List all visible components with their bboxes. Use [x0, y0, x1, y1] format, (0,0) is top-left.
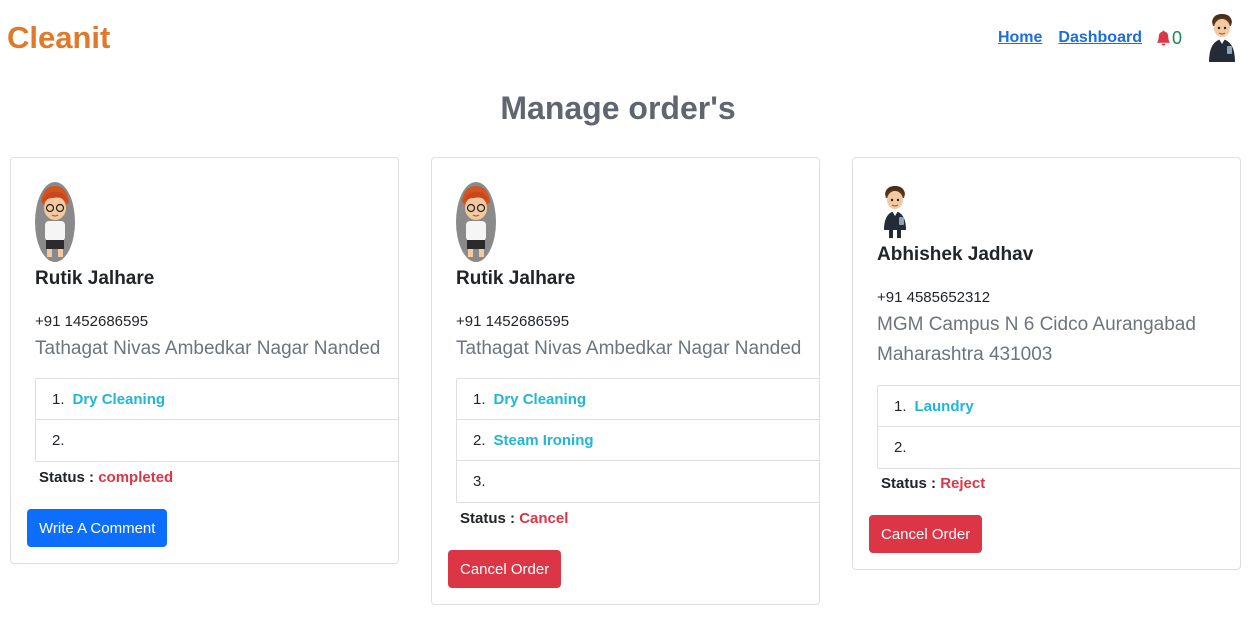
customer-address: Tathagat Nivas Ambedkar Nagar Nanded — [35, 338, 381, 359]
service-number: 3. — [473, 473, 486, 490]
status-value: Reject — [940, 475, 986, 492]
service-name: Dry Cleaning — [493, 390, 587, 408]
order-status: Status : Cancel — [460, 510, 568, 527]
service-item: 1. Dry Cleaning — [457, 379, 819, 420]
service-item: 2. Steam Ironing — [457, 420, 819, 461]
customer-phone: +91 4585652312 — [877, 289, 991, 306]
customer-name: Rutik Jalhare — [456, 268, 576, 289]
customer-phone: +91 1452686595 — [456, 313, 570, 330]
status-value: Cancel — [519, 510, 569, 527]
service-item: 2. — [878, 427, 1240, 468]
service-name: Steam Ironing — [493, 431, 594, 449]
service-number: 1. — [52, 390, 65, 408]
service-name: Laundry — [914, 397, 974, 415]
service-list: 1. Dry Cleaning 2. — [35, 378, 399, 462]
status-label: Status : — [881, 475, 937, 492]
status-value: completed — [98, 469, 174, 486]
status-label: Status : — [460, 510, 516, 527]
service-item: 2. — [36, 420, 398, 461]
page-title: Manage order's — [500, 90, 736, 126]
service-number: 1. — [894, 397, 907, 415]
service-number: 1. — [473, 390, 486, 408]
brand-logo[interactable]: Cleanit — [7, 20, 110, 56]
customer-avatar-icon — [456, 182, 496, 262]
write-comment-button[interactable]: Write A Comment — [27, 509, 168, 547]
customer-avatar-icon — [884, 186, 906, 238]
service-number: 2. — [894, 439, 907, 456]
service-list: 1. Dry Cleaning 2. Steam Ironing 3. — [456, 378, 820, 503]
customer-name: Rutik Jalhare — [35, 268, 155, 289]
order-card: Rutik Jalhare +91 1452686595 Tathagat Ni… — [10, 157, 399, 564]
customer-address: MGM Campus N 6 Cidco Aurangabad Maharash… — [877, 314, 1196, 365]
customer-avatar-icon — [35, 182, 75, 262]
order-card: Abhishek Jadhav +91 4585652312 MGM Campu… — [852, 157, 1241, 570]
nav-home-link[interactable]: Home — [998, 29, 1042, 47]
status-label: Status : — [39, 469, 95, 486]
bell-icon — [1156, 30, 1171, 46]
service-item: 1. Dry Cleaning — [36, 379, 398, 420]
customer-address: Tathagat Nivas Ambedkar Nagar Nanded — [456, 338, 802, 359]
notification-bell[interactable]: 0 — [1156, 28, 1182, 49]
service-name: Dry Cleaning — [72, 390, 166, 408]
notification-count: 0 — [1171, 27, 1182, 48]
service-list: 1. Laundry 2. — [877, 385, 1241, 469]
navbar: Cleanit Home Dashboard 0 — [0, 0, 1252, 80]
cancel-order-button[interactable]: Cancel Order — [448, 550, 562, 588]
user-avatar-icon[interactable] — [1204, 12, 1240, 64]
order-card: Rutik Jalhare +91 1452686595 Tathagat Ni… — [431, 157, 820, 605]
service-number: 2. — [52, 432, 65, 449]
nav-dashboard-link[interactable]: Dashboard — [1058, 29, 1142, 47]
order-status: Status : Reject — [881, 475, 985, 492]
cancel-order-button[interactable]: Cancel Order — [869, 515, 983, 553]
customer-phone: +91 1452686595 — [35, 313, 149, 330]
service-number: 2. — [473, 431, 486, 449]
service-item: 3. — [457, 461, 819, 502]
nav-links: Home Dashboard 0 — [998, 10, 1240, 66]
service-item: 1. Laundry — [878, 386, 1240, 427]
customer-name: Abhishek Jadhav — [877, 244, 1034, 265]
order-status: Status : completed — [39, 469, 173, 486]
